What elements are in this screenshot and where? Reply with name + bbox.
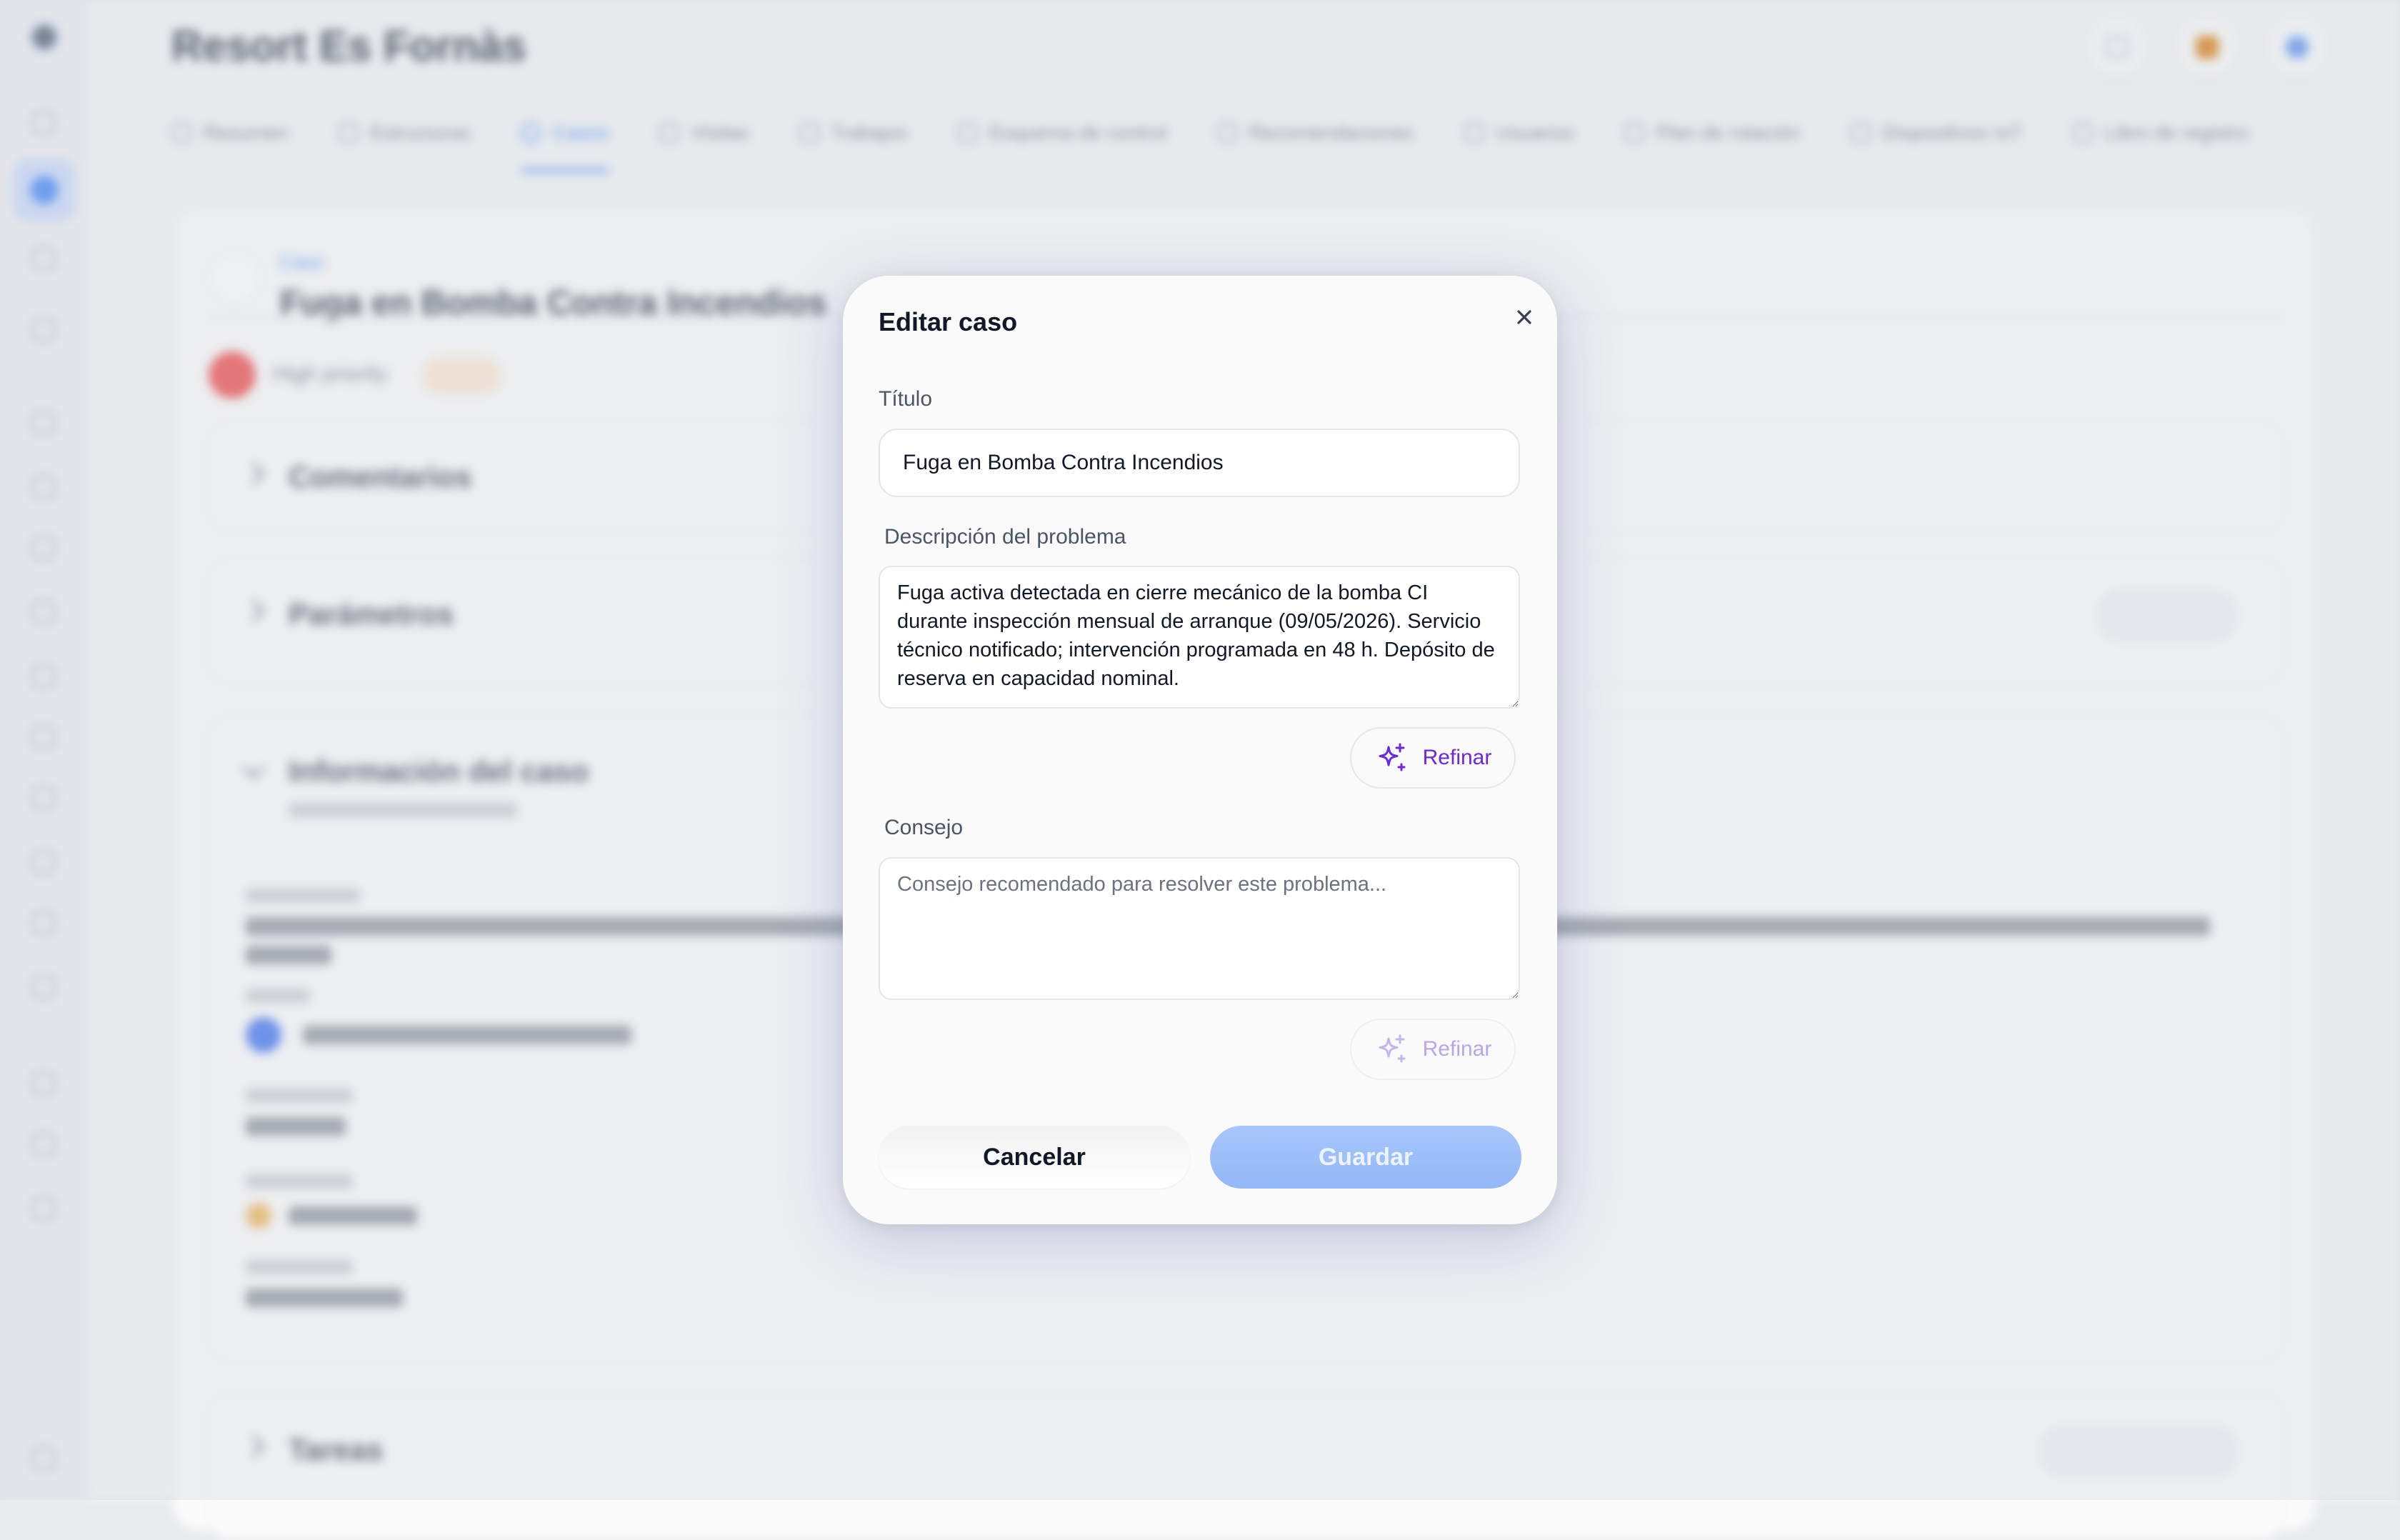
title-input[interactable] (879, 429, 1520, 497)
advice-label: Consejo (884, 816, 964, 839)
cancel-button[interactable]: Cancelar (879, 1126, 1190, 1189)
refine-advice-button[interactable]: Refinar (1350, 1019, 1516, 1080)
refine-label: Refinar (1422, 1037, 1492, 1061)
refine-description-button[interactable]: Refinar (1350, 727, 1516, 789)
close-button[interactable] (1509, 301, 1540, 333)
advice-textarea[interactable] (879, 857, 1520, 1000)
edit-case-dialog: Editar caso Título Descripción del probl… (843, 276, 1557, 1224)
description-label: Descripción del problema (884, 525, 1126, 549)
save-button[interactable]: Guardar (1210, 1126, 1521, 1189)
close-icon (1517, 310, 1531, 324)
description-textarea[interactable]: Fuga activa detectada en cierre mecánico… (879, 566, 1520, 709)
dialog-title: Editar caso (879, 307, 1018, 336)
sparkles-icon (1379, 743, 1406, 771)
refine-label: Refinar (1422, 746, 1492, 769)
title-label: Título (879, 387, 933, 411)
sparkles-icon (1379, 1034, 1406, 1063)
